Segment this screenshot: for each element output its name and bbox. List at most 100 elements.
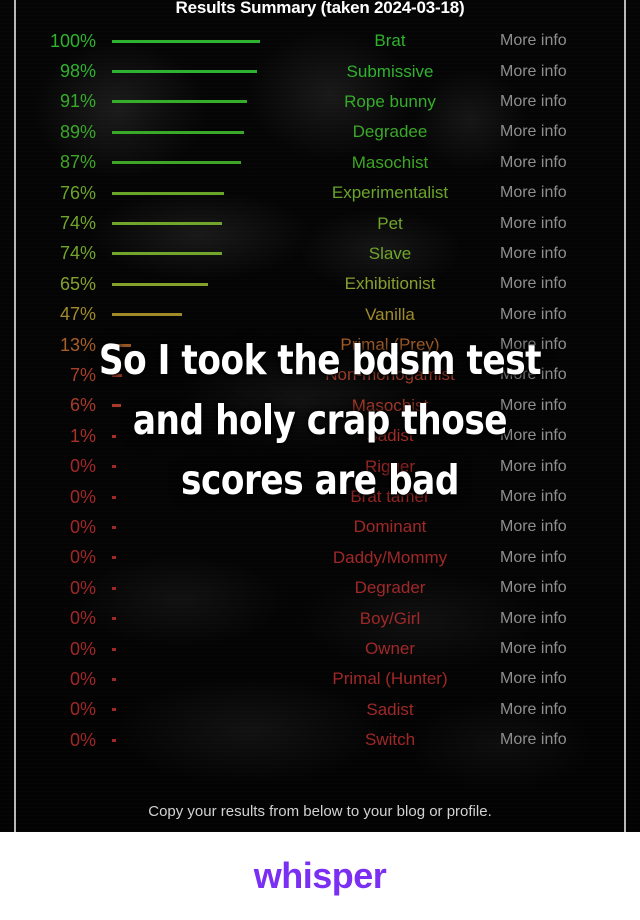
more-info-link[interactable]: More info bbox=[500, 306, 624, 324]
result-row: 7% Non-monogamist More info bbox=[16, 360, 624, 390]
result-bar bbox=[112, 465, 116, 469]
result-category-label: Brat bbox=[374, 31, 406, 51]
more-info-link[interactable]: More info bbox=[500, 701, 624, 719]
more-info-link[interactable]: More info bbox=[500, 610, 624, 628]
result-category-label: Experimentalist bbox=[331, 183, 449, 203]
result-bar bbox=[112, 525, 116, 529]
result-row: 13% Primal (Prey) More info bbox=[16, 330, 624, 360]
result-bar-cell bbox=[104, 647, 284, 651]
result-percent: 0% bbox=[69, 486, 96, 507]
result-bar-cell bbox=[104, 343, 284, 347]
more-info-link[interactable]: More info bbox=[500, 366, 624, 384]
more-info-link[interactable]: More info bbox=[500, 549, 624, 567]
result-category-label: Primal (Prey) bbox=[340, 335, 440, 355]
result-percent: 6% bbox=[69, 395, 96, 416]
result-bar bbox=[112, 313, 182, 317]
more-info-link[interactable]: More info bbox=[500, 336, 624, 354]
more-info-link[interactable]: More info bbox=[500, 154, 624, 172]
result-percent: 13% bbox=[59, 334, 96, 355]
result-category-label: Non-monogamist bbox=[325, 365, 455, 385]
result-row: 87% Masochist More info bbox=[16, 148, 624, 178]
result-bar-cell bbox=[104, 191, 284, 195]
result-percent: 91% bbox=[59, 91, 96, 112]
more-info-link[interactable]: More info bbox=[500, 458, 624, 476]
result-category-label: Vanilla bbox=[365, 304, 415, 324]
result-percent: 0% bbox=[69, 699, 96, 720]
result-category-label: Rigger bbox=[364, 456, 416, 476]
result-percent: 74% bbox=[59, 213, 96, 234]
result-percent: 0% bbox=[69, 638, 96, 659]
result-bar bbox=[112, 70, 257, 74]
result-row: 100% Brat More info bbox=[16, 26, 624, 56]
result-bar-cell bbox=[104, 404, 284, 408]
result-bar-cell bbox=[104, 617, 284, 621]
result-row: 0% Sadist More info bbox=[16, 695, 624, 725]
result-bar bbox=[112, 343, 131, 347]
page-right-rail bbox=[624, 0, 626, 832]
more-info-link[interactable]: More info bbox=[500, 731, 624, 749]
result-bar-cell bbox=[104, 313, 284, 317]
more-info-link[interactable]: More info bbox=[500, 32, 624, 50]
result-percent: 0% bbox=[69, 668, 96, 689]
whisper-post-screenshot: Results Summary (taken 2024-03-18) 100% B… bbox=[0, 0, 640, 920]
result-percent: 0% bbox=[69, 516, 96, 537]
result-row: 0% Owner More info bbox=[16, 634, 624, 664]
result-bar-cell bbox=[104, 130, 284, 134]
result-percent: 1% bbox=[69, 425, 96, 446]
result-percent: 0% bbox=[69, 547, 96, 568]
result-row: 74% Pet More info bbox=[16, 208, 624, 238]
more-info-link[interactable]: More info bbox=[500, 63, 624, 81]
result-row: 0% Rigger More info bbox=[16, 451, 624, 481]
result-bar bbox=[112, 677, 116, 681]
more-info-link[interactable]: More info bbox=[500, 518, 624, 536]
more-info-link[interactable]: More info bbox=[500, 488, 624, 506]
result-bar bbox=[112, 100, 247, 104]
result-row: 1% Sadist More info bbox=[16, 421, 624, 451]
copy-results-note: Copy your results from below to your blo… bbox=[148, 803, 492, 820]
result-row: 0% Primal (Hunter) More info bbox=[16, 664, 624, 694]
more-info-link[interactable]: More info bbox=[500, 579, 624, 597]
more-info-link[interactable]: More info bbox=[500, 245, 624, 263]
result-bar bbox=[112, 222, 222, 226]
more-info-link[interactable]: More info bbox=[500, 184, 624, 202]
result-bar bbox=[112, 556, 116, 560]
result-category-label: Exhibitionist bbox=[344, 274, 436, 294]
result-row: 0% Degrader More info bbox=[16, 573, 624, 603]
result-bar-cell bbox=[104, 70, 284, 74]
result-category-label: Dominant bbox=[353, 517, 427, 537]
result-bar-cell bbox=[104, 39, 284, 43]
results-row-list: 100% Brat More info 98% Submissive More info 9… bbox=[16, 26, 624, 755]
more-info-link[interactable]: More info bbox=[500, 670, 624, 688]
result-bar-cell bbox=[104, 222, 284, 226]
result-percent: 65% bbox=[59, 273, 96, 294]
result-bar-cell bbox=[104, 282, 284, 286]
result-bar-cell bbox=[104, 525, 284, 529]
result-category-label: Sadist bbox=[366, 426, 414, 446]
more-info-link[interactable]: More info bbox=[500, 123, 624, 141]
result-row: 91% Rope bunny More info bbox=[16, 87, 624, 117]
result-bar bbox=[112, 130, 244, 134]
more-info-link[interactable]: More info bbox=[500, 397, 624, 415]
result-bar bbox=[112, 282, 208, 286]
result-category-label: Boy/Girl bbox=[359, 608, 421, 628]
result-category-label: Pet bbox=[377, 213, 403, 233]
result-category-label: Submissive bbox=[346, 61, 434, 81]
result-percent: 47% bbox=[59, 304, 96, 325]
result-bar-cell bbox=[104, 556, 284, 560]
result-category-label: Switch bbox=[364, 730, 416, 750]
more-info-link[interactable]: More info bbox=[500, 275, 624, 293]
result-bar-cell bbox=[104, 373, 284, 377]
result-bar bbox=[112, 191, 224, 195]
more-info-link[interactable]: More info bbox=[500, 93, 624, 111]
result-category-label: Brat tamer bbox=[350, 487, 430, 507]
result-bar-cell bbox=[104, 586, 284, 590]
result-bar bbox=[112, 252, 222, 256]
more-info-link[interactable]: More info bbox=[500, 427, 624, 445]
result-bar bbox=[112, 617, 116, 621]
result-percent: 76% bbox=[59, 182, 96, 203]
whisper-footer-bar: whisper bbox=[0, 832, 640, 920]
whisper-wordmark: whisper bbox=[253, 855, 387, 896]
more-info-link[interactable]: More info bbox=[500, 640, 624, 658]
result-row: 65% Exhibitionist More info bbox=[16, 269, 624, 299]
more-info-link[interactable]: More info bbox=[500, 215, 624, 233]
